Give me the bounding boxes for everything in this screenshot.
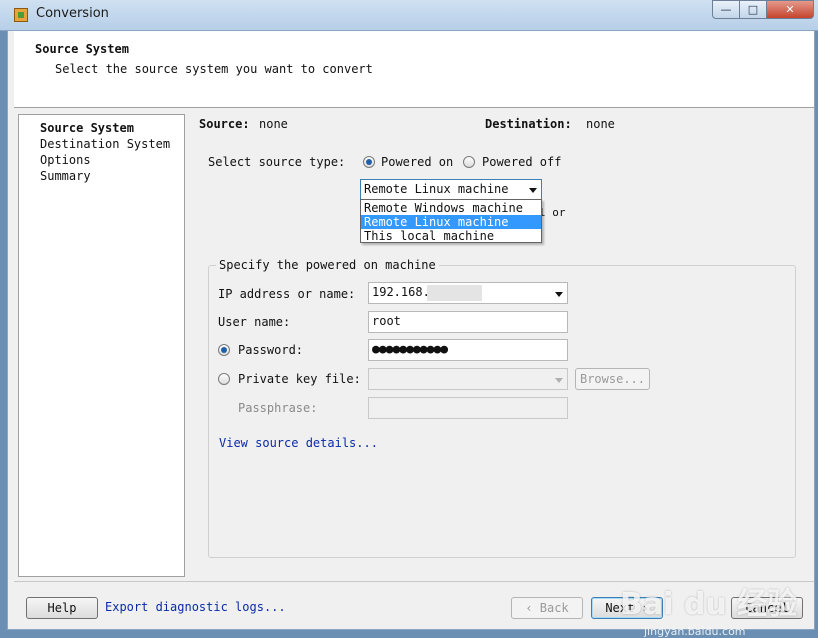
source-type-dropdown[interactable]: Remote Windows machine Remote Linux mach… (360, 199, 542, 243)
powered-on-radio[interactable] (363, 156, 375, 168)
private-key-combobox (368, 368, 568, 390)
ip-value: 192.168. (372, 285, 430, 299)
powered-on-label[interactable]: Powered on (381, 155, 453, 169)
maximize-button[interactable]: □ (739, 0, 767, 19)
source-type-label: Select source type: (208, 155, 346, 169)
ip-address-combobox[interactable]: 192.168. (368, 282, 568, 304)
source-type-select[interactable]: Remote Linux machine (360, 179, 542, 200)
password-radio[interactable] (218, 344, 230, 356)
chevron-down-icon (555, 378, 563, 383)
user-label: User name: (218, 315, 291, 329)
baidu-watermark: Bai du 经验 (620, 587, 798, 622)
private-key-radio[interactable] (218, 373, 230, 385)
step-destination-system[interactable]: Destination System (40, 136, 170, 152)
page-title: Source System (35, 42, 129, 56)
step-options[interactable]: Options (40, 152, 91, 168)
source-type-selected: Remote Linux machine (364, 182, 509, 196)
minimize-button[interactable]: — (712, 0, 740, 19)
chevron-down-icon[interactable] (555, 292, 563, 297)
powered-off-label[interactable]: Powered off (482, 155, 561, 169)
passphrase-label: Passphrase: (238, 401, 318, 415)
password-label[interactable]: Password: (238, 343, 303, 357)
hidden-text-fragment: l or (539, 206, 566, 219)
destination-value: none (586, 117, 615, 131)
option-remote-windows[interactable]: Remote Windows machine (361, 201, 541, 215)
step-summary[interactable]: Summary (40, 168, 91, 184)
source-label: Source: (199, 117, 250, 131)
user-name-input[interactable]: root (368, 311, 568, 333)
view-source-details-link[interactable]: View source details... (219, 436, 378, 450)
chevron-down-icon (529, 188, 537, 193)
private-key-label[interactable]: Private key file: (238, 372, 361, 386)
title-bar: Conversion (0, 0, 818, 31)
powered-off-radio[interactable] (463, 156, 475, 168)
export-diagnostic-logs-link[interactable]: Export diagnostic logs... (105, 600, 286, 614)
app-icon (14, 8, 28, 22)
wizard-steps: Source System Destination System Options… (18, 114, 185, 577)
step-source-system[interactable]: Source System (40, 120, 134, 136)
back-button: ‹ Back (511, 597, 583, 619)
destination-label: Destination: (485, 117, 572, 131)
redacted-ip (427, 285, 482, 301)
help-button[interactable]: Help (26, 597, 98, 619)
window-title: Conversion (36, 6, 109, 21)
browse-button: Browse... (575, 368, 650, 390)
source-value: none (259, 117, 288, 131)
wizard-header: Source System Select the source system y… (14, 31, 814, 108)
conversion-window: Source System Select the source system y… (7, 30, 815, 638)
group-title: Specify the powered on machine (216, 258, 439, 272)
close-button[interactable]: ✕ (766, 0, 814, 19)
option-local-machine[interactable]: This local machine (361, 229, 541, 243)
ip-label: IP address or name: (218, 287, 356, 301)
page-subtitle: Select the source system you want to con… (55, 62, 373, 76)
baidu-watermark-url: jingyan.baidu.com (644, 625, 746, 638)
password-input[interactable]: ●●●●●●●●●●● (368, 339, 568, 361)
option-remote-linux[interactable]: Remote Linux machine (361, 215, 541, 229)
passphrase-input (368, 397, 568, 419)
